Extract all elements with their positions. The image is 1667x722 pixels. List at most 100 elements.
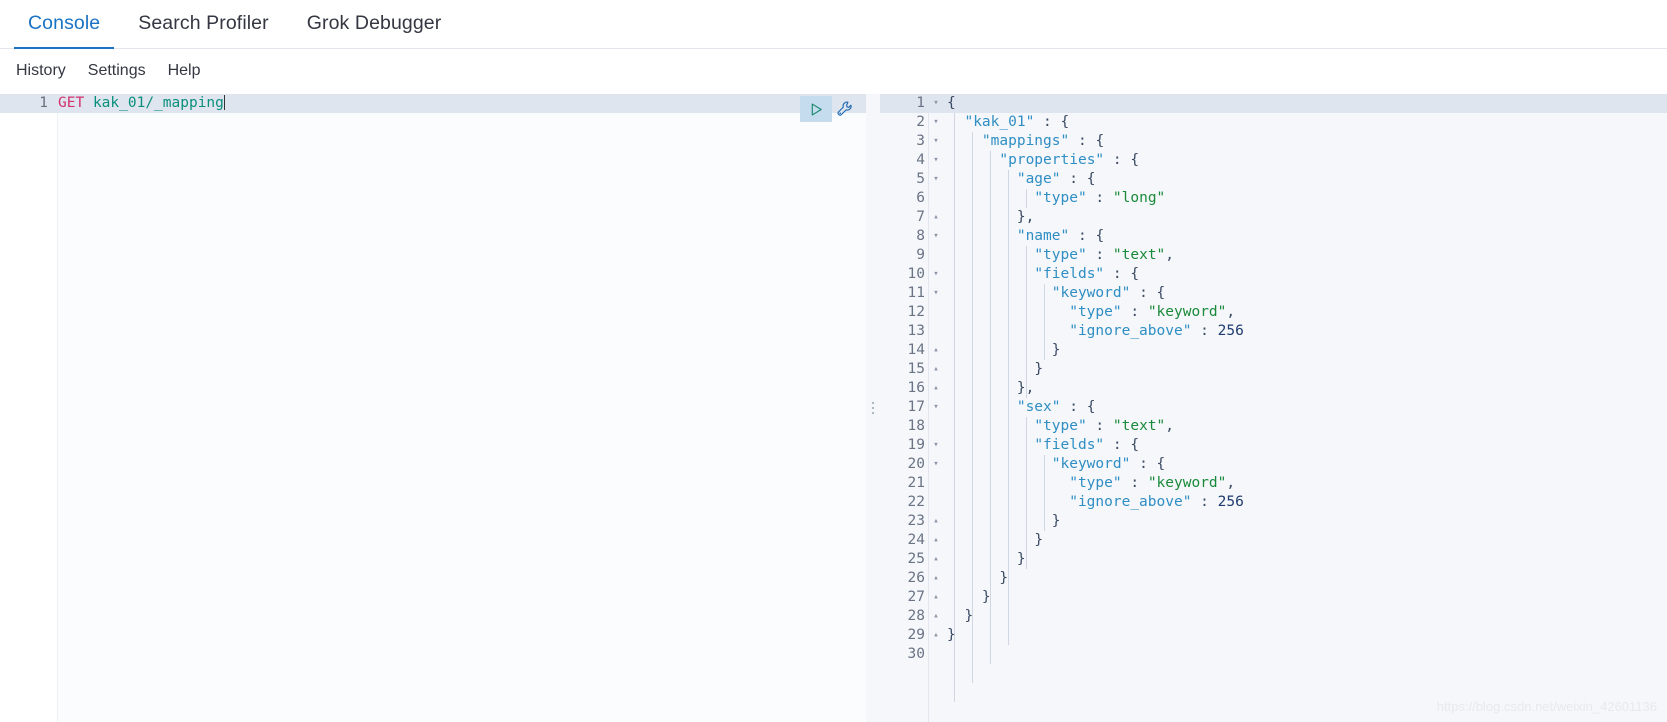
tab-console[interactable]: Console bbox=[14, 12, 115, 49]
chevron-up-icon[interactable]: ▴ bbox=[929, 588, 943, 607]
chevron-up-icon[interactable]: ▴ bbox=[929, 208, 943, 227]
response-line-content: "type" : "keyword", bbox=[943, 303, 1235, 322]
json-token: : bbox=[1086, 247, 1113, 263]
json-token: "type" bbox=[1034, 247, 1087, 263]
json-token: : bbox=[1060, 399, 1087, 415]
chevron-down-icon[interactable]: ▾ bbox=[929, 132, 943, 151]
chevron-down-icon[interactable]: ▾ bbox=[929, 151, 943, 170]
chevron-up-icon[interactable]: ▴ bbox=[929, 531, 943, 550]
response-line: 2 ▾ "kak_01" : { bbox=[880, 113, 1667, 132]
response-line-number: 21 bbox=[907, 475, 925, 491]
chevron-down-icon[interactable]: ▾ bbox=[929, 227, 943, 246]
pane-splitter[interactable] bbox=[866, 94, 880, 722]
response-line: 26 ▴ } bbox=[880, 569, 1667, 588]
request-line-content[interactable]: GET kak_01/_mapping bbox=[58, 94, 225, 113]
json-token: "type" bbox=[1069, 475, 1122, 491]
json-token: { bbox=[1095, 228, 1105, 244]
response-line-content: "keyword" : { bbox=[943, 455, 1166, 474]
chevron-up-icon[interactable]: ▴ bbox=[929, 550, 943, 569]
response-line-content: "mappings" : { bbox=[943, 132, 1104, 151]
response-line: 30 bbox=[880, 645, 1667, 664]
json-token: { bbox=[1130, 437, 1140, 453]
json-token: "fields" bbox=[1034, 266, 1105, 282]
chevron-down-icon[interactable]: ▾ bbox=[929, 436, 943, 455]
json-token: } bbox=[1034, 361, 1044, 377]
response-line-number: 23 bbox=[907, 513, 925, 529]
chevron-up-icon[interactable]: ▴ bbox=[929, 626, 943, 645]
response-line-number: 29 bbox=[907, 627, 925, 643]
response-line: 9 "type" : "text", bbox=[880, 246, 1667, 265]
response-line-number: 27 bbox=[907, 589, 925, 605]
json-token: "fields" bbox=[1034, 437, 1105, 453]
json-token: { bbox=[1130, 152, 1140, 168]
json-token: "properties" bbox=[999, 152, 1105, 168]
response-line-content: "type" : "text", bbox=[943, 246, 1174, 265]
kibana-dev-tools-console: Console Search Profiler Grok Debugger Hi… bbox=[0, 0, 1667, 722]
request-line-1[interactable]: 1 GET kak_01/_mapping bbox=[0, 94, 866, 113]
chevron-down-icon[interactable]: ▾ bbox=[929, 284, 943, 303]
request-pane: 1 GET kak_01/_mapping bbox=[0, 94, 866, 722]
json-token: : bbox=[1069, 133, 1096, 149]
chevron-down-icon[interactable]: ▾ bbox=[929, 398, 943, 417]
json-token: : bbox=[1130, 456, 1157, 472]
json-token: { bbox=[1130, 266, 1140, 282]
chevron-up-icon[interactable]: ▴ bbox=[929, 341, 943, 360]
submenu-item-help[interactable]: Help bbox=[168, 62, 201, 80]
json-token: : bbox=[1191, 323, 1218, 339]
response-line: 5 ▾ "age" : { bbox=[880, 170, 1667, 189]
request-editor[interactable]: 1 GET kak_01/_mapping bbox=[0, 94, 866, 113]
json-token: { bbox=[1095, 133, 1105, 149]
chevron-up-icon[interactable]: ▴ bbox=[929, 360, 943, 379]
tab-search-profiler[interactable]: Search Profiler bbox=[124, 12, 282, 48]
response-line-number: 11 bbox=[907, 285, 925, 301]
chevron-down-icon[interactable]: ▾ bbox=[929, 94, 943, 113]
response-line-content: } bbox=[943, 588, 991, 607]
json-token: } bbox=[1034, 532, 1044, 548]
json-token: }, bbox=[1016, 209, 1035, 225]
response-line: 17 ▾ "sex" : { bbox=[880, 398, 1667, 417]
response-line-number: 16 bbox=[907, 380, 925, 396]
json-token: : bbox=[1121, 304, 1148, 320]
response-line: 19 ▾ "fields" : { bbox=[880, 436, 1667, 455]
chevron-down-icon[interactable]: ▾ bbox=[929, 170, 943, 189]
json-token: : bbox=[1121, 475, 1148, 491]
response-line-content: } bbox=[943, 550, 1026, 569]
json-token: : bbox=[1060, 171, 1087, 187]
tab-grok-debugger[interactable]: Grok Debugger bbox=[293, 12, 456, 48]
response-line: 3 ▾ "mappings" : { bbox=[880, 132, 1667, 151]
response-line: 7 ▴ }, bbox=[880, 208, 1667, 227]
play-icon[interactable] bbox=[800, 96, 832, 122]
response-line-number: 4 bbox=[916, 152, 925, 168]
splitter-grip-icon[interactable] bbox=[872, 402, 874, 414]
grip-dot bbox=[872, 412, 874, 414]
response-line-content: "fields" : { bbox=[943, 265, 1139, 284]
response-line-number: 25 bbox=[907, 551, 925, 567]
response-line-number: 7 bbox=[916, 209, 925, 225]
json-token: : bbox=[1069, 228, 1096, 244]
json-token: 256 bbox=[1217, 323, 1244, 339]
response-line-content: "type" : "keyword", bbox=[943, 474, 1235, 493]
response-line-content: "keyword" : { bbox=[943, 284, 1166, 303]
wrench-icon[interactable] bbox=[836, 100, 855, 119]
json-token: "mappings" bbox=[981, 133, 1070, 149]
chevron-down-icon[interactable]: ▾ bbox=[929, 455, 943, 474]
chevron-down-icon[interactable]: ▾ bbox=[929, 113, 943, 132]
json-token: "ignore_above" bbox=[1069, 494, 1192, 510]
chevron-up-icon[interactable]: ▴ bbox=[929, 569, 943, 588]
submenu-item-history[interactable]: History bbox=[16, 62, 66, 80]
response-lines: 1 ▾{2 ▾ "kak_01" : {3 ▾ "mappings" : {4 ▾ "p… bbox=[880, 94, 1667, 722]
response-line-content: "kak_01" : { bbox=[943, 113, 1069, 132]
chevron-up-icon[interactable]: ▴ bbox=[929, 607, 943, 626]
response-line-content: } bbox=[943, 360, 1043, 379]
response-line-number: 1 bbox=[916, 95, 925, 111]
response-line: 24 ▴ } bbox=[880, 531, 1667, 550]
submenu-item-settings[interactable]: Settings bbox=[88, 62, 146, 80]
chevron-up-icon[interactable]: ▴ bbox=[929, 512, 943, 531]
json-token: : bbox=[1104, 437, 1131, 453]
chevron-down-icon[interactable]: ▾ bbox=[929, 265, 943, 284]
response-line: 1 ▾{ bbox=[880, 94, 1667, 113]
chevron-up-icon[interactable]: ▴ bbox=[929, 379, 943, 398]
response-editor[interactable]: 1 ▾{2 ▾ "kak_01" : {3 ▾ "mappings" : {4 ▾ "p… bbox=[880, 94, 1667, 722]
